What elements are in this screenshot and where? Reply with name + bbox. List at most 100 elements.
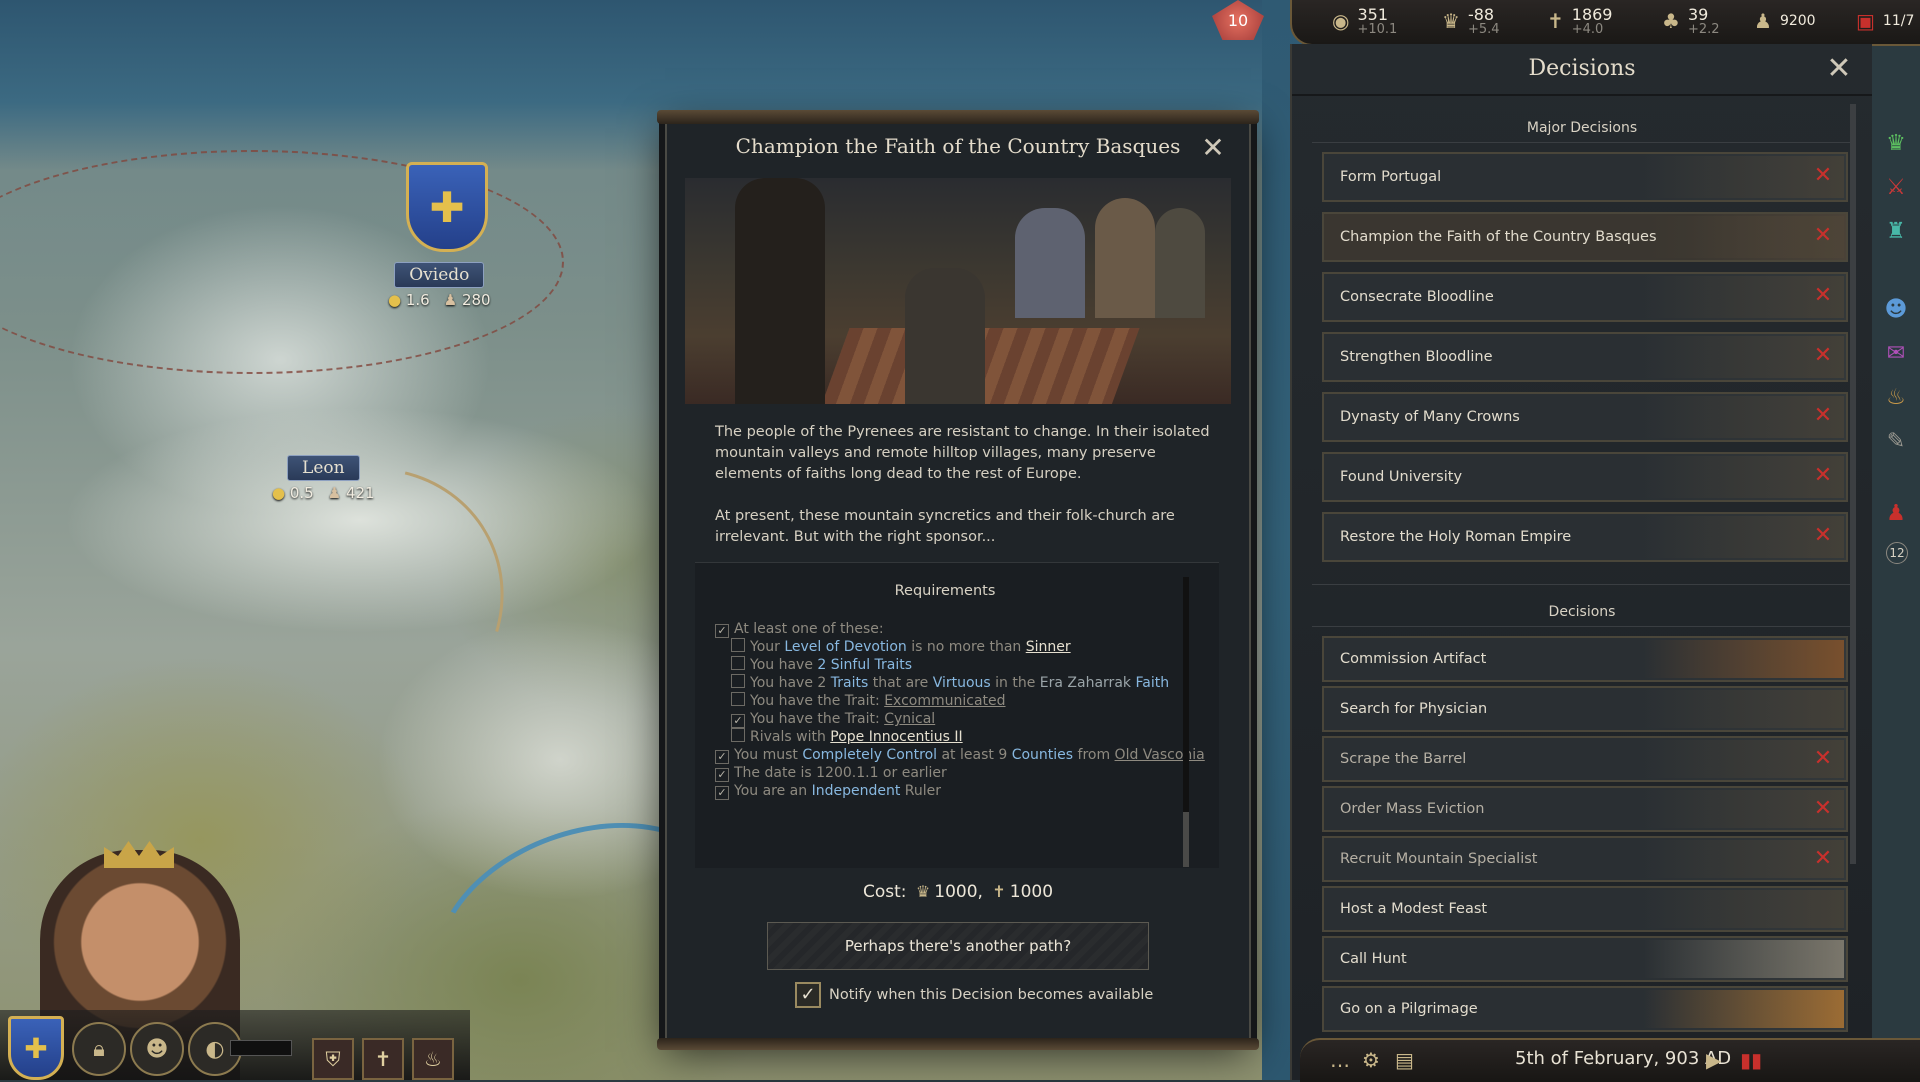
tower-icon[interactable]: ♜ (1882, 218, 1910, 246)
tooltip-link[interactable]: Era Zaharrak (1040, 675, 1131, 691)
decision-item[interactable]: Found University ✕ (1322, 452, 1848, 502)
holding-oviedo[interactable]: Oviedo ● 1.6 ♟ 280 (388, 262, 491, 309)
schemes-icon[interactable]: ☻ (130, 1022, 184, 1076)
requirement-group: ✓ At least one of these: (715, 619, 884, 639)
prestige-resource[interactable]: ♛ -88 +5.4 (1442, 2, 1500, 40)
oviedo-coat-of-arms[interactable]: ✚ (406, 162, 488, 252)
decision-item[interactable]: Restore the Holy Roman Empire ✕ (1322, 512, 1848, 562)
illustration-figure (735, 178, 825, 404)
crown-icon[interactable]: ♛ (1882, 130, 1910, 158)
checkbox-checked-icon[interactable]: ✓ (795, 982, 821, 1008)
close-icon[interactable]: ✕ (1824, 54, 1854, 84)
soldiers-resource[interactable]: ♟ 9200 (1754, 2, 1816, 40)
gear-icon[interactable]: ⚙ (1362, 1048, 1380, 1072)
requirement-line: ✓ You have the Trait: Cynical (731, 709, 935, 729)
requirements-box[interactable]: Requirements ✓ At least one of these: You… (695, 562, 1219, 868)
scrollbar-thumb[interactable] (1850, 104, 1856, 864)
tooltip-link[interactable]: Counties (1012, 747, 1073, 763)
levy-count: ♟ 421 (327, 484, 375, 502)
renown-icon: ♣ (1662, 9, 1680, 33)
decision-item[interactable]: Go on a Pilgrimage (1322, 986, 1848, 1032)
tooltip-link[interactable]: Faith (1131, 675, 1169, 691)
decision-item[interactable]: Strengthen Bloodline ✕ (1322, 332, 1848, 382)
military-icon[interactable]: ⛨ (312, 1038, 354, 1080)
tooltip-link[interactable]: Excommunicated (884, 693, 1005, 709)
check-icon: ✓ (715, 750, 729, 764)
tooltip-link[interactable]: Sinner (1026, 639, 1071, 655)
panel-scrollbar[interactable] (1850, 104, 1856, 864)
another-path-button[interactable]: Perhaps there's another path? (767, 922, 1149, 970)
renown-resource[interactable]: ♣ 39 +2.2 (1662, 2, 1720, 40)
tooltip-link[interactable]: Independent (812, 783, 901, 799)
outliner-rail: ♛ ⚔ ♜ ☻ ✉ ♨ ✎ ♟ 12 (1872, 130, 1920, 570)
holding-leon[interactable]: Leon ● 0.5 ♟ 421 (272, 455, 375, 502)
blocked-x-icon: ✕ (1813, 796, 1833, 821)
quill-icon[interactable]: ✎ (1882, 428, 1910, 456)
levy-count: ♟ 280 (443, 291, 491, 309)
decision-item[interactable]: Order Mass Eviction ✕ (1322, 786, 1848, 832)
major-decisions-header: Major Decisions (1526, 120, 1638, 136)
piety-resource[interactable]: ✝ 1869 +4.0 (1547, 2, 1612, 40)
decision-item[interactable]: Call Hunt (1322, 936, 1848, 982)
play-icon[interactable]: ▶ (1706, 1048, 1721, 1072)
decision-item[interactable]: Search for Physician (1322, 686, 1848, 732)
tooltip-link[interactable]: 2 Sinful Traits (817, 657, 912, 673)
tooltip-link[interactable]: Pope Innocentius II (830, 729, 962, 745)
checkbox-icon (731, 638, 745, 652)
decision-art (1644, 640, 1844, 678)
realm-coat-of-arms[interactable]: ✚ (8, 1016, 64, 1080)
decision-item[interactable]: Scrape the Barrel ✕ (1322, 736, 1848, 782)
book-icon[interactable]: ▤ (1395, 1048, 1414, 1072)
decision-item[interactable]: Form Portugal ✕ (1322, 152, 1848, 202)
war-icon[interactable]: ⚔ (1882, 174, 1910, 202)
dynasty-icon[interactable]: ♨ (412, 1038, 454, 1080)
tooltip-link[interactable]: Old Vasconia (1115, 747, 1205, 763)
close-icon[interactable]: ✕ (1199, 134, 1227, 162)
scroll-icon[interactable]: ✉ (1882, 340, 1910, 368)
courtiers-icon[interactable]: ☻ (1882, 296, 1910, 324)
checkbox-icon (731, 692, 745, 706)
tooltip-link[interactable]: Level of Devotion (784, 639, 906, 655)
decision-item[interactable]: Host a Modest Feast (1322, 886, 1848, 932)
lock-icon[interactable]: 🔒︎ (72, 1022, 126, 1076)
description-paragraph: At present, these mountain syncretics an… (715, 508, 1175, 545)
illustration-figure (1095, 198, 1155, 318)
tooltip-link[interactable]: Completely Control (802, 747, 937, 763)
checkbox-icon (731, 728, 745, 742)
prestige-icon: ♛ (1442, 9, 1460, 33)
decision-item[interactable]: Consecrate Bloodline ✕ (1322, 272, 1848, 322)
check-icon: ✓ (715, 768, 729, 782)
decisions-header: Decisions (1548, 604, 1616, 620)
requirements-scrollbar[interactable] (1183, 577, 1189, 867)
domain-icon: ▣ (1856, 9, 1875, 33)
tooltip-link[interactable]: Cynical (884, 711, 935, 727)
speed-icon[interactable]: ▮▮ (1740, 1048, 1762, 1072)
tooltip-link[interactable]: Virtuous (933, 675, 991, 691)
more-icon[interactable]: … (1330, 1048, 1350, 1072)
fire-icon[interactable]: ♨ (1882, 384, 1910, 412)
check-icon: ✓ (715, 786, 729, 800)
domain-resource[interactable]: ▣ 11/7 (1856, 2, 1914, 40)
checkbox-icon (731, 674, 745, 688)
decision-item[interactable]: Commission Artifact (1322, 636, 1848, 682)
decisions-panel: Decisions ✕ Major Decisions Form Portuga… (1290, 44, 1872, 1080)
decision-item[interactable]: Dynasty of Many Crowns ✕ (1322, 392, 1848, 442)
blocked-x-icon: ✕ (1813, 846, 1833, 871)
tooltip-link[interactable]: Traits (831, 675, 869, 691)
notify-checkbox[interactable]: ✓ Notify when this Decision becomes avai… (795, 982, 1153, 1008)
requirement-line: ✓ You must Completely Control at least 9 … (715, 745, 1205, 765)
decision-item[interactable]: Champion the Faith of the Country Basque… (1322, 212, 1848, 262)
window-frame-bottom (657, 1038, 1259, 1050)
levy-icon[interactable]: ♟ (1882, 500, 1910, 528)
checkbox-icon (731, 656, 745, 670)
holding-name: Oviedo (394, 262, 485, 288)
gold-resource[interactable]: ◉ 351 +10.1 (1332, 2, 1397, 40)
gold-income: ● 0.5 (272, 484, 314, 502)
faith-icon[interactable]: ✝ (362, 1038, 404, 1080)
divider (1312, 142, 1852, 143)
check-icon: ✓ (731, 714, 745, 728)
decision-item[interactable]: Recruit Mountain Specialist ✕ (1322, 836, 1848, 882)
requirement-line: Your Level of Devotion is no more than S… (731, 637, 1071, 657)
gold-icon: ◉ (1332, 9, 1350, 33)
scrollbar-thumb[interactable] (1183, 812, 1189, 867)
